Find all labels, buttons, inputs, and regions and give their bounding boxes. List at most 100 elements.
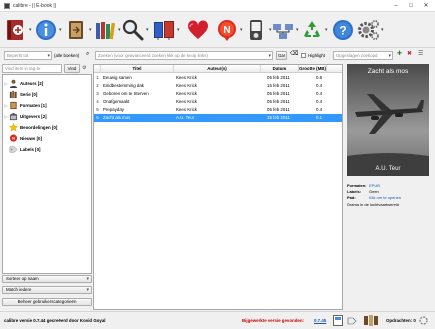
- book-author: Kees Krick: [176, 75, 197, 80]
- jobs-spinner-icon: [419, 316, 428, 325]
- fetch-news-button[interactable]: N ▾: [215, 16, 246, 44]
- book-size: 0.4: [316, 99, 323, 104]
- tag-node-formats[interactable]: ▷ Formaten [1]: [3, 100, 91, 111]
- book-author: A.U. Teur: [176, 115, 195, 120]
- version-text: calibre versie 0.7.44 gecreëerd door Kov…: [4, 318, 106, 323]
- search-books-button[interactable]: ▾: [121, 16, 152, 44]
- table-row[interactable]: 2 Eindbestemming dak Kees Krick 15 feb 2…: [94, 82, 342, 90]
- formats-link[interactable]: EPUB: [369, 183, 380, 188]
- path-row: Pad: Klik om te openen: [347, 195, 401, 201]
- layout-toggle-icon[interactable]: [333, 315, 343, 326]
- book-title: Onafgemaakt: [103, 99, 130, 104]
- donate-button[interactable]: [186, 16, 210, 44]
- tag-node-ratings[interactable]: Beoordelingen [0]: [3, 122, 91, 133]
- table-row-selected[interactable]: 6 Zacht als mos A.U. Teur 15 feb 2011 0.…: [94, 114, 342, 122]
- table-row[interactable]: 1 Eeuwig samen Kees Krick 05 feb 2011 0.…: [94, 74, 342, 82]
- close-button[interactable]: ✕: [419, 1, 433, 10]
- magnifier-icon: [122, 19, 144, 41]
- book-size: 0.4: [316, 83, 323, 88]
- clear-search-icon[interactable]: ⌫: [290, 50, 298, 59]
- tag-browser-find-input[interactable]: Vind item in tag-br: [2, 64, 62, 73]
- cover-browser-toggle-icon[interactable]: [364, 315, 378, 326]
- cover-title: Zacht als mos: [368, 68, 409, 75]
- library-button[interactable]: ▾: [271, 16, 302, 44]
- gear-icon: [358, 20, 379, 40]
- path-link[interactable]: Klik om te openen: [369, 195, 401, 200]
- tag-node-label: Beoordelingen [0]: [20, 125, 58, 130]
- remove-books-button[interactable]: ▾: [300, 16, 331, 44]
- sort-by-select[interactable]: Sorteer op naam: [2, 275, 92, 283]
- path-label: Pad:: [347, 195, 356, 200]
- tag-node-label: Labels [0]: [20, 147, 41, 152]
- search-row: Beperkt tot (alle boeken) ⌕ Zoeken (voor…: [0, 49, 435, 62]
- book-title: Zacht als mos: [103, 115, 131, 120]
- column-header-size[interactable]: Grootte (MB): [299, 65, 327, 73]
- tag-node-publishers[interactable]: ▷ Uitgevers [2]: [3, 111, 91, 122]
- saved-searches-menu-icon[interactable]: ☰: [418, 50, 423, 59]
- add-book-icon: [7, 20, 23, 40]
- convert-books-button[interactable]: ▾: [64, 16, 95, 44]
- save-search-icon[interactable]: ✚: [397, 50, 402, 59]
- window-title: calibre - || E-book ||: [13, 2, 56, 9]
- series-icon: [9, 90, 17, 99]
- title-bar: calibre - || E-book || – □ ✕: [0, 0, 435, 12]
- book-author: Kees Krick: [176, 91, 197, 96]
- device-icon: [250, 20, 262, 40]
- minimize-button[interactable]: –: [389, 1, 403, 10]
- convert-book-icon: [69, 21, 83, 39]
- go-button[interactable]: Ga!: [276, 51, 287, 60]
- book-size: 0.4: [316, 107, 323, 112]
- book-date: 15 feb 2011: [267, 83, 290, 88]
- column-header-date[interactable]: Datum: [261, 65, 299, 73]
- match-select[interactable]: Match iedere: [2, 286, 92, 294]
- update-version-link[interactable]: 0.7.45: [314, 316, 326, 325]
- book-size: 0.1: [316, 115, 323, 120]
- svg-text:?: ?: [339, 24, 346, 38]
- tag-node-label: Uitgevers [2]: [20, 114, 47, 119]
- search-input[interactable]: Zoeken (voor geavanceerd zoeken klik op …: [95, 51, 273, 60]
- window-controls: – □ ✕: [389, 1, 433, 10]
- book-title: Prepayday: [103, 107, 124, 112]
- help-button[interactable]: ?: [331, 16, 355, 44]
- table-row[interactable]: 3 Geboren om te Sterven Kees Krick 05 fe…: [94, 90, 342, 98]
- store-button[interactable]: ▾: [152, 16, 183, 44]
- column-header-authors[interactable]: Auteur(s): [174, 65, 261, 73]
- table-row[interactable]: 4 Onafgemaakt Kees Krick 05 feb 2011 0.4: [94, 98, 342, 106]
- maximize-button[interactable]: □: [404, 1, 418, 10]
- library-icon: [273, 24, 293, 39]
- chevron-down-icon[interactable]: ▾: [177, 27, 183, 33]
- saved-search-select[interactable]: Opgeslagen zoekopd: [333, 51, 393, 60]
- search-icon: ⌕: [86, 51, 90, 57]
- update-found-text: Bijgewerkte versie gevonden:: [242, 318, 304, 323]
- book-title: Eeuwig samen: [103, 75, 132, 80]
- highlight-checkbox[interactable]: [301, 53, 306, 58]
- tag-node-news[interactable]: N Nieuws [0]: [3, 133, 91, 144]
- book-date: 05 feb 2011: [267, 91, 290, 96]
- chevron-down-icon[interactable]: ▾: [381, 27, 387, 33]
- virtual-library-select[interactable]: Beperkt tot: [4, 51, 52, 60]
- preferences-button[interactable]: ▾: [356, 16, 387, 44]
- cover-author: A.U. Teur: [376, 166, 401, 172]
- publishers-icon: [9, 112, 18, 121]
- tag-browser-find-button[interactable]: Vind: [64, 64, 80, 73]
- tag-browser-toggle-icon[interactable]: [347, 315, 357, 326]
- book-comment: Drama in de luchtvaartwereld: [347, 202, 400, 207]
- jobs-text[interactable]: Opdrachten: 0: [386, 316, 416, 325]
- search-button[interactable]: [95, 16, 119, 44]
- tag-node-series[interactable]: Serie [0]: [3, 89, 91, 100]
- column-header-title[interactable]: Titel: [101, 65, 174, 73]
- book-cover[interactable]: Zacht als mos A.U. Teur: [347, 64, 429, 176]
- tag-node-authors[interactable]: ▷ Auteurs [2]: [3, 78, 91, 89]
- add-books-button[interactable]: ▾: [4, 16, 35, 44]
- collapse-icon[interactable]: ⚙: [82, 64, 86, 73]
- edit-metadata-button[interactable]: ▾: [34, 16, 65, 44]
- tag-node-labels[interactable]: Labels [0]: [3, 144, 91, 155]
- book-size: 0.4: [316, 91, 323, 96]
- tag-node-label: Serie [0]: [20, 92, 38, 97]
- delete-search-icon[interactable]: ✖: [407, 50, 412, 59]
- table-row[interactable]: 5 Prepayday Kees Krick 05 feb 2011 0.4: [94, 106, 342, 114]
- info-icon: [36, 20, 56, 40]
- book-date: 05 feb 2011: [267, 99, 290, 104]
- calibre-app-icon: [4, 2, 10, 9]
- manage-categories-button[interactable]: Beheer gebruikerscategorieën: [2, 298, 92, 306]
